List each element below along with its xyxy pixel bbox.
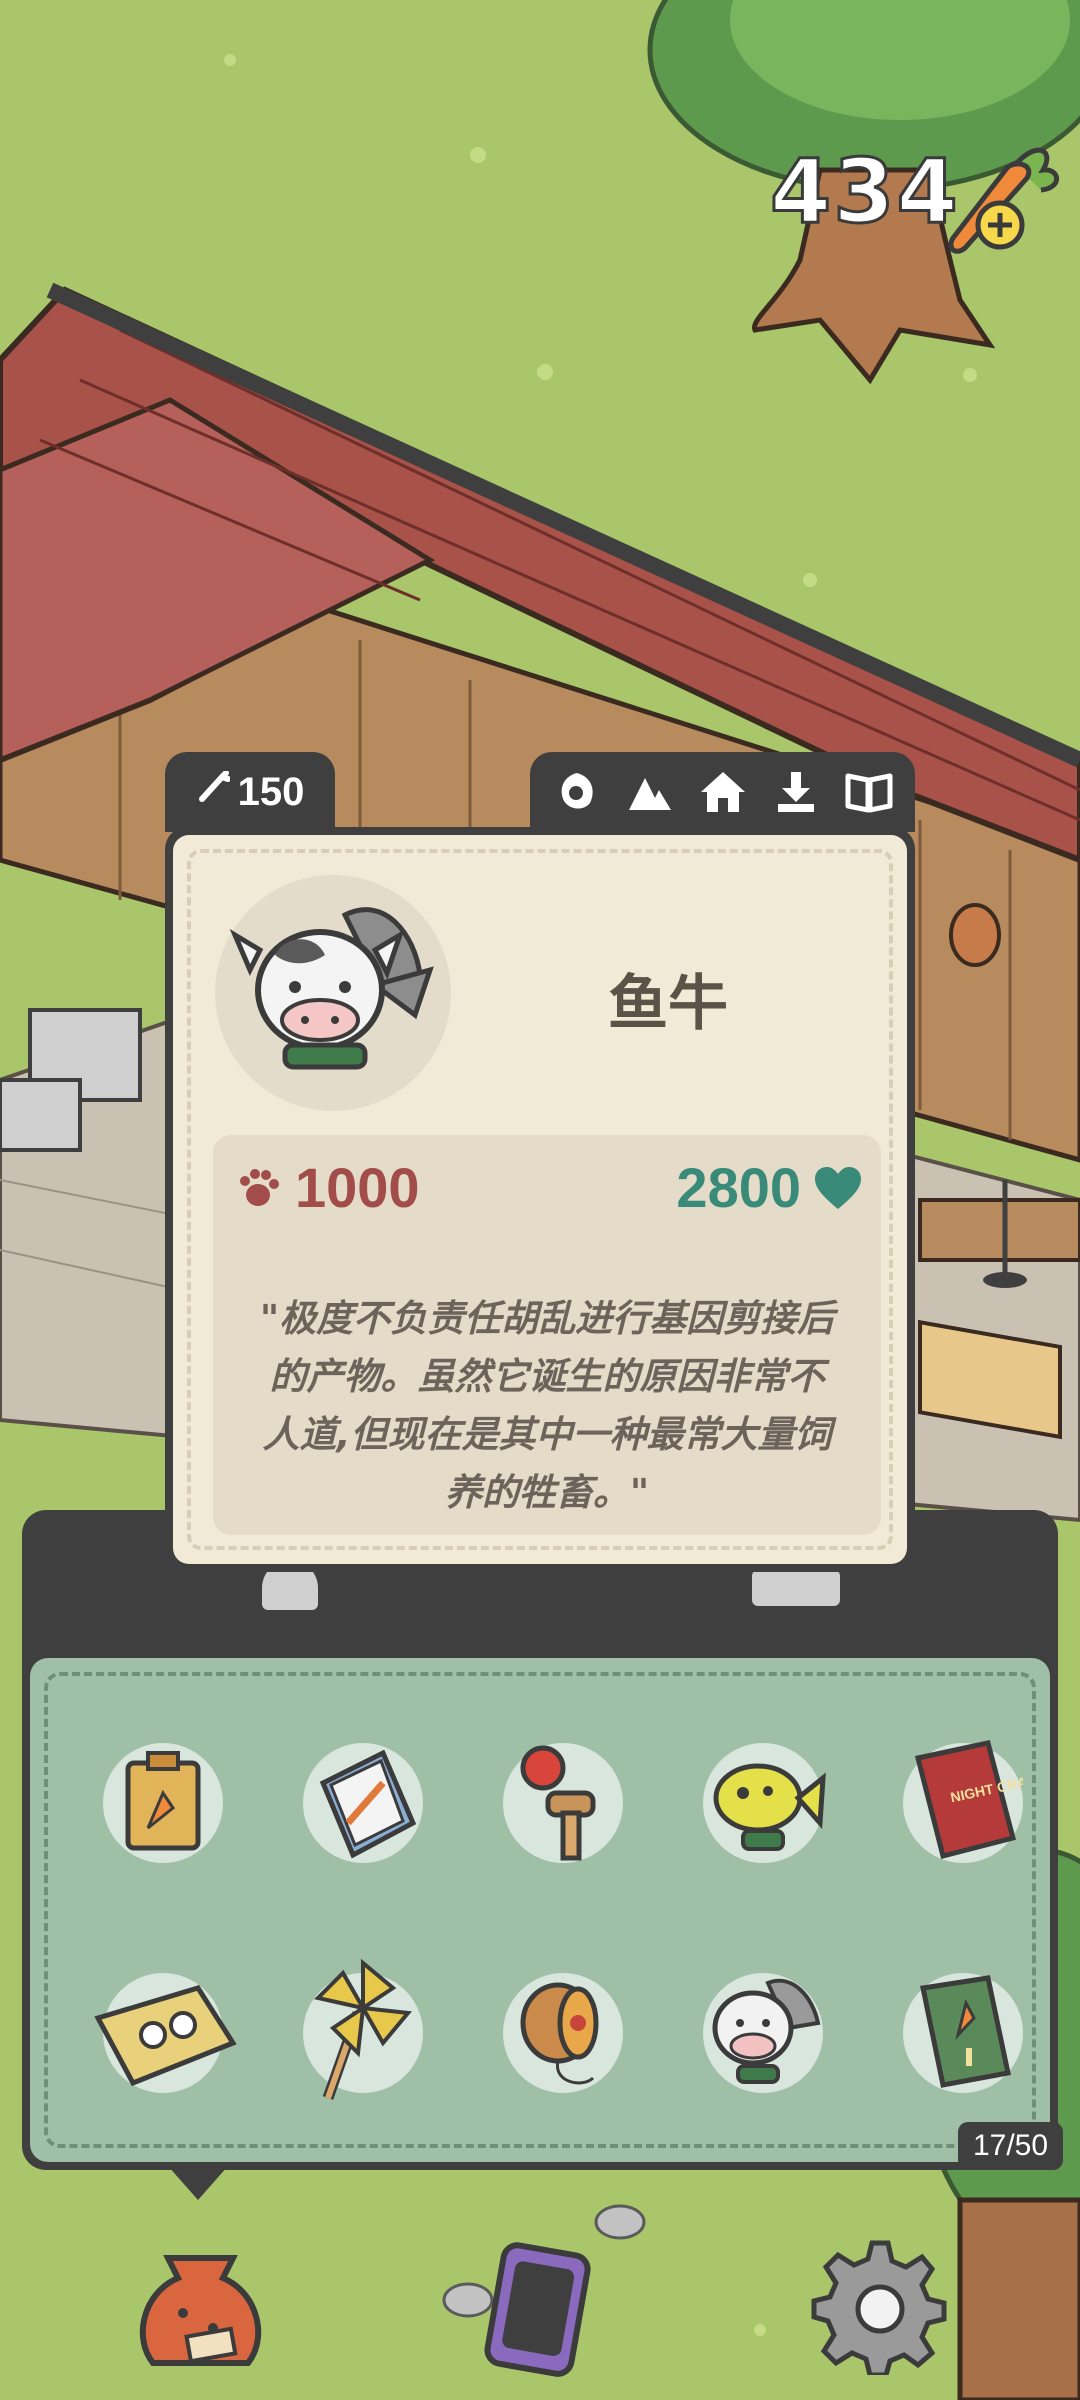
inventory-panel: NIGHT CRAWLERS (22, 1510, 1058, 2170)
settings-button[interactable] (810, 2235, 950, 2378)
book-icon[interactable] (841, 764, 897, 820)
attack-stat: 1000 (235, 1155, 420, 1220)
card-top-bar: 150 (165, 752, 915, 837)
gear-icon (811, 2240, 947, 2378)
item-kendama[interactable] (488, 1728, 638, 1878)
carrot-counter: 434 (769, 130, 1070, 260)
item-carrot-book[interactable] (888, 1958, 1038, 2108)
carrot-icon (948, 147, 1060, 254)
leaf-icon[interactable] (549, 764, 605, 820)
attack-value: 1000 (295, 1156, 420, 1219)
download-icon[interactable] (768, 764, 824, 820)
cost-value: 150 (237, 769, 305, 814)
item-cassette[interactable] (88, 1958, 238, 2108)
affection-stat: 2800 (676, 1155, 863, 1220)
item-fish-cow[interactable] (688, 1958, 838, 2108)
description-line: 养的牲畜。" (444, 1471, 650, 1514)
carrot-icon (196, 769, 231, 814)
mountain-icon[interactable] (622, 764, 678, 820)
action-toolbar (530, 752, 915, 832)
paw-icon (240, 1168, 279, 1206)
card-body: 鱼牛 1000 2800 "极度不负责任胡乱进行基因剪接后 的产物。虽然它诞生的… (165, 827, 915, 1572)
item-notebook[interactable] (288, 1728, 438, 1878)
item-pinwheel[interactable] (288, 1958, 438, 2108)
item-yellow-fish[interactable] (688, 1728, 838, 1878)
stats-panel: 1000 2800 "极度不负责任胡乱进行基因剪接后 的产物。虽然它诞生的原因非… (213, 1135, 881, 1535)
fish-cow-image (229, 907, 434, 1070)
phone-icon (484, 2242, 591, 2377)
animal-description: "极度不负责任胡乱进行基因剪接后 的产物。虽然它诞生的原因非常不 人道,但现在是… (233, 1290, 861, 1522)
animal-portrait (215, 875, 451, 1111)
card-inner: 鱼牛 1000 2800 "极度不负责任胡乱进行基因剪接后 的产物。虽然它诞生的… (173, 835, 907, 1564)
pebble (594, 2204, 646, 2240)
bag-button[interactable] (128, 2238, 273, 2383)
inventory-body: NIGHT CRAWLERS (22, 1650, 1058, 2170)
tab-hint-right[interactable] (752, 1570, 840, 1606)
carrot-count: 434 (769, 139, 960, 245)
animal-name: 鱼牛 (608, 969, 728, 1039)
description-line: "极度不负责任胡乱进行基因剪接后 (259, 1297, 835, 1340)
inventory-count: 17/50 (958, 2122, 1063, 2170)
cost-tab: 150 (165, 752, 335, 832)
inventory-grid: NIGHT CRAWLERS (30, 1658, 1050, 2162)
animal-info-card: 150 鱼牛 1000 2800 "极度不负责任胡乱进行基因剪接后 的产物。虽然… (165, 752, 915, 1572)
description-line: 的产物。虽然它诞生的原因非常不 (269, 1355, 825, 1398)
bag-icon (139, 2255, 262, 2366)
home-icon[interactable] (695, 764, 751, 820)
heart-icon (815, 1166, 861, 1209)
item-seed-packet[interactable] (88, 1728, 238, 1878)
add-carrots-button[interactable] (945, 130, 1065, 260)
inventory-pointer (168, 2166, 228, 2200)
description-line: 人道,但现在是其中一种最常大量饲 (262, 1413, 832, 1456)
item-yoyo[interactable] (488, 1958, 638, 2108)
affection-value: 2800 (676, 1156, 801, 1219)
phone-button[interactable] (470, 2235, 610, 2385)
item-night-crawlers-book[interactable]: NIGHT CRAWLERS (888, 1728, 1038, 1878)
